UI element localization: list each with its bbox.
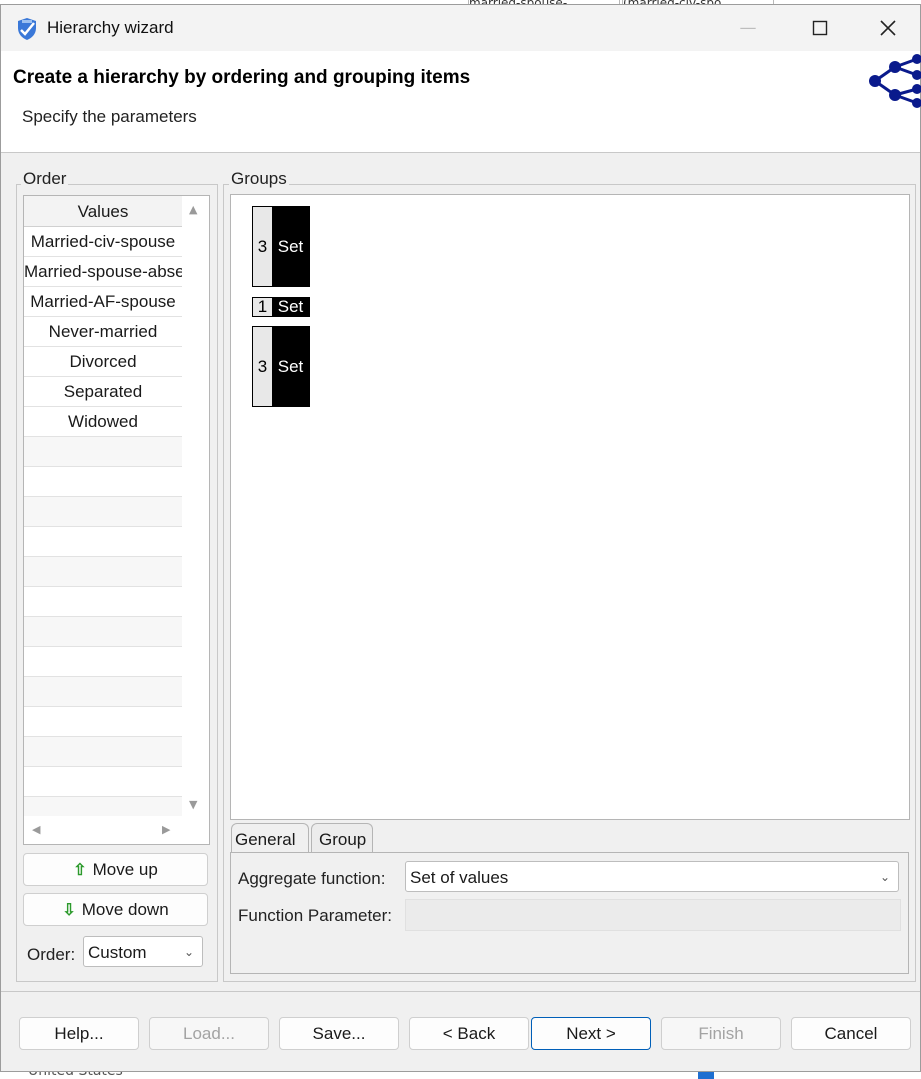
hierarchy-logo-icon [869,54,921,108]
scroll-right-icon[interactable]: ▶ [162,823,170,836]
list-item[interactable]: Married-spouse-absent [24,257,182,287]
tab-group[interactable]: Group [311,823,373,852]
save-button[interactable]: Save... [279,1017,399,1050]
empty-row [24,587,182,617]
group-block[interactable]: 3 Set [252,206,310,287]
app-shield-icon [18,18,36,40]
groups-panel-label: Groups [229,169,289,189]
empty-row [24,677,182,707]
empty-row [24,557,182,587]
group-label: Set [272,327,309,406]
aggregate-function-label: Aggregate function: [238,869,386,888]
order-select[interactable]: Custom ⌄ [83,936,203,967]
function-parameter-field [405,899,901,931]
group-count: 3 [253,327,272,406]
aggregate-function-value: Set of values [410,868,509,887]
order-label: Order: [27,945,76,964]
chevron-down-icon: ⌄ [879,870,890,884]
list-item[interactable]: Married-civ-spouse [24,227,182,257]
vertical-scrollbar[interactable]: ▲ ▼ [182,196,208,816]
maximize-button[interactable] [785,5,855,51]
title-bar[interactable]: Hierarchy wizard — [1,5,920,51]
values-list: Married-civ-spouse Married-spouse-absent… [24,227,182,827]
page-title: Create a hierarchy by ordering and group… [13,67,471,88]
order-values-table[interactable]: Values Married-civ-spouse Married-spouse… [23,195,210,845]
load-button[interactable]: Load... [149,1017,269,1050]
group-count: 3 [253,207,272,286]
chevron-down-icon: ⌄ [183,945,194,959]
scroll-down-icon[interactable]: ▼ [189,798,197,811]
group-block[interactable]: 1 Set [252,297,310,317]
help-button[interactable]: Help... [19,1017,139,1050]
minimize-icon: — [739,18,757,38]
next-button[interactable]: Next > [531,1017,651,1050]
empty-row [24,467,182,497]
wizard-header: Create a hierarchy by ordering and group… [1,51,921,153]
order-select-value: Custom [88,943,147,962]
empty-row [24,527,182,557]
group-block[interactable]: 3 Set [252,326,310,407]
scroll-up-icon[interactable]: ▲ [189,203,197,216]
window-title: Hierarchy wizard [47,18,174,37]
back-button[interactable]: < Back [409,1017,529,1050]
empty-row [24,617,182,647]
empty-row [24,437,182,467]
list-item[interactable]: Married-AF-spouse [24,287,182,317]
close-button[interactable] [853,5,921,51]
arrow-up-icon: ⇧ [73,861,87,879]
group-label: Set [272,297,309,316]
empty-row [24,767,182,797]
function-parameter-label: Function Parameter: [238,906,393,925]
close-icon [880,20,896,36]
move-up-label: Move up [92,859,158,879]
groups-canvas[interactable]: 3 Set 1 Set 3 Set [230,194,910,820]
minimize-button[interactable]: — [713,5,783,51]
background-accent-marker [698,1071,714,1079]
list-item[interactable]: Separated [24,377,182,407]
empty-row [24,647,182,677]
maximize-icon [812,20,828,36]
page-subtitle: Specify the parameters [22,107,197,126]
hierarchy-wizard-window: Hierarchy wizard — Create a hierarchy by… [0,4,921,1072]
move-down-label: Move down [81,899,169,919]
scroll-left-icon[interactable]: ◀ [32,823,40,836]
tab-general[interactable]: General [231,823,309,852]
values-column-header[interactable]: Values [24,196,182,227]
list-item[interactable]: Divorced [24,347,182,377]
horizontal-scrollbar[interactable]: ◀ ▶ [24,816,208,844]
group-count: 1 [253,297,272,316]
cancel-button[interactable]: Cancel [791,1017,911,1050]
footer-divider [1,991,920,992]
empty-row [24,497,182,527]
order-panel-label: Order [21,169,69,189]
group-label: Set [272,207,309,286]
aggregate-function-select[interactable]: Set of values ⌄ [405,861,899,892]
list-item[interactable]: Widowed [24,407,182,437]
finish-button[interactable]: Finish [661,1017,781,1050]
move-up-button[interactable]: ⇧ Move up [23,853,208,886]
arrow-down-icon: ⇩ [62,901,76,919]
empty-row [24,737,182,767]
list-item[interactable]: Never-married [24,317,182,347]
move-down-button[interactable]: ⇩ Move down [23,893,208,926]
empty-row [24,707,182,737]
